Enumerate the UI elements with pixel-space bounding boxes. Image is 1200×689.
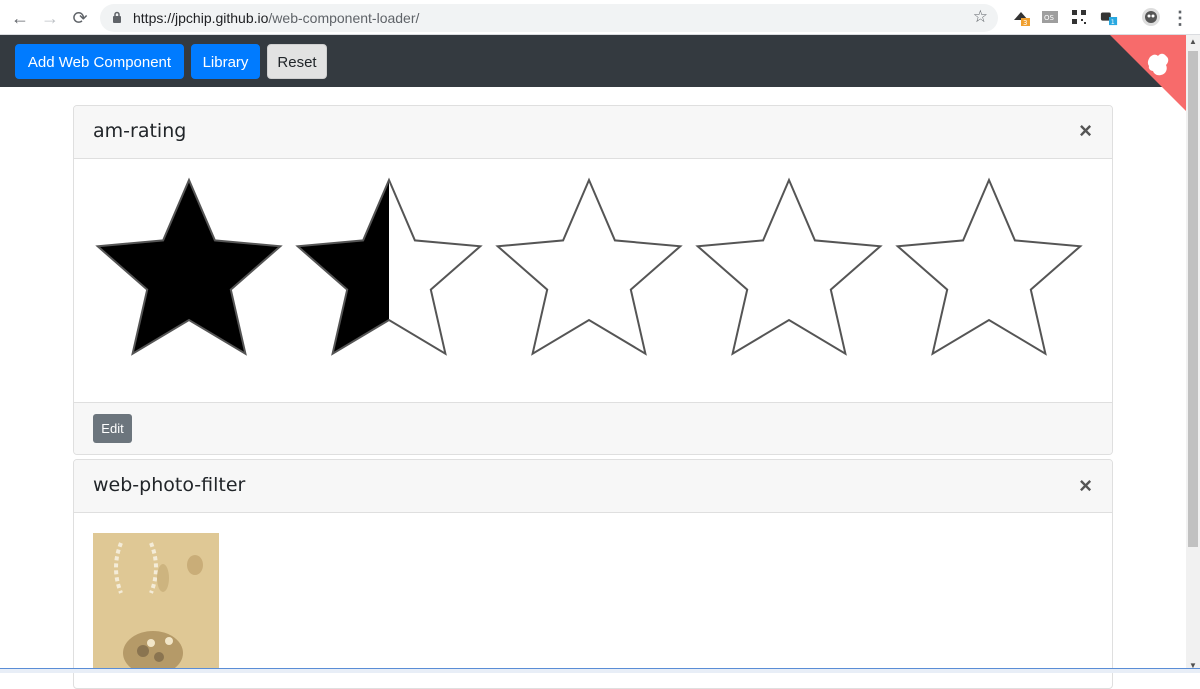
filtered-photo-image — [93, 533, 219, 673]
taskbar-strip — [0, 668, 1200, 673]
page-scrollbar[interactable]: ▲ ▼ — [1186, 35, 1200, 673]
chrome-menu-button[interactable]: ⋮ — [1168, 6, 1192, 30]
rating-star-icon[interactable] — [695, 177, 883, 356]
back-button[interactable]: ← — [8, 6, 32, 30]
rating-star-icon[interactable] — [895, 177, 1083, 356]
rating-star-icon[interactable] — [495, 177, 683, 356]
browser-toolbar: ← → ⟳ https://jpchip.github.io/web-compo… — [0, 0, 1200, 35]
card-header: web-photo-filter × — [74, 460, 1112, 513]
scrollbar-thumb[interactable] — [1188, 51, 1198, 547]
card-title: am-rating — [93, 120, 187, 142]
url-text: https://jpchip.github.io/web-component-l… — [133, 10, 420, 26]
card-title: web-photo-filter — [93, 474, 246, 496]
profile-avatar-icon[interactable] — [1141, 7, 1161, 27]
component-card-web-photo-filter: web-photo-filter × — [73, 459, 1113, 689]
star-rating[interactable] — [92, 176, 1092, 361]
library-button[interactable]: Library — [191, 44, 260, 79]
card-header: am-rating × — [74, 106, 1112, 159]
close-button[interactable]: × — [1079, 118, 1092, 144]
reload-button[interactable]: ⟳ — [68, 6, 92, 30]
component-card-am-rating: am-rating × Edit — [73, 105, 1113, 455]
address-bar[interactable]: https://jpchip.github.io/web-component-l… — [100, 4, 998, 32]
add-web-component-button[interactable]: Add Web Component — [15, 44, 184, 79]
rating-star-icon[interactable] — [95, 177, 283, 356]
qr-code-icon[interactable] — [1070, 8, 1088, 26]
extension-icon[interactable]: 1 — [1100, 8, 1118, 26]
reset-button[interactable]: Reset — [267, 44, 327, 79]
card-footer: Edit — [74, 402, 1112, 454]
extension-icon[interactable]: OS — [1041, 8, 1059, 26]
rating-star-icon[interactable] — [295, 177, 483, 356]
svg-text:OS: OS — [1044, 14, 1055, 22]
forward-button[interactable]: → — [38, 6, 62, 30]
scroll-up-icon[interactable]: ▲ — [1186, 35, 1200, 49]
svg-text:3: 3 — [1023, 19, 1027, 26]
app-navbar: Add Web Component Library Reset — [0, 35, 1186, 111]
edit-button[interactable]: Edit — [93, 414, 132, 443]
extension-icon[interactable]: 3 — [1012, 8, 1030, 26]
github-corner-icon[interactable] — [1110, 35, 1186, 111]
close-button[interactable]: × — [1079, 473, 1092, 499]
svg-text:1: 1 — [1111, 19, 1115, 26]
bookmark-star-icon[interactable]: ☆ — [973, 7, 988, 27]
lock-icon — [113, 11, 121, 23]
